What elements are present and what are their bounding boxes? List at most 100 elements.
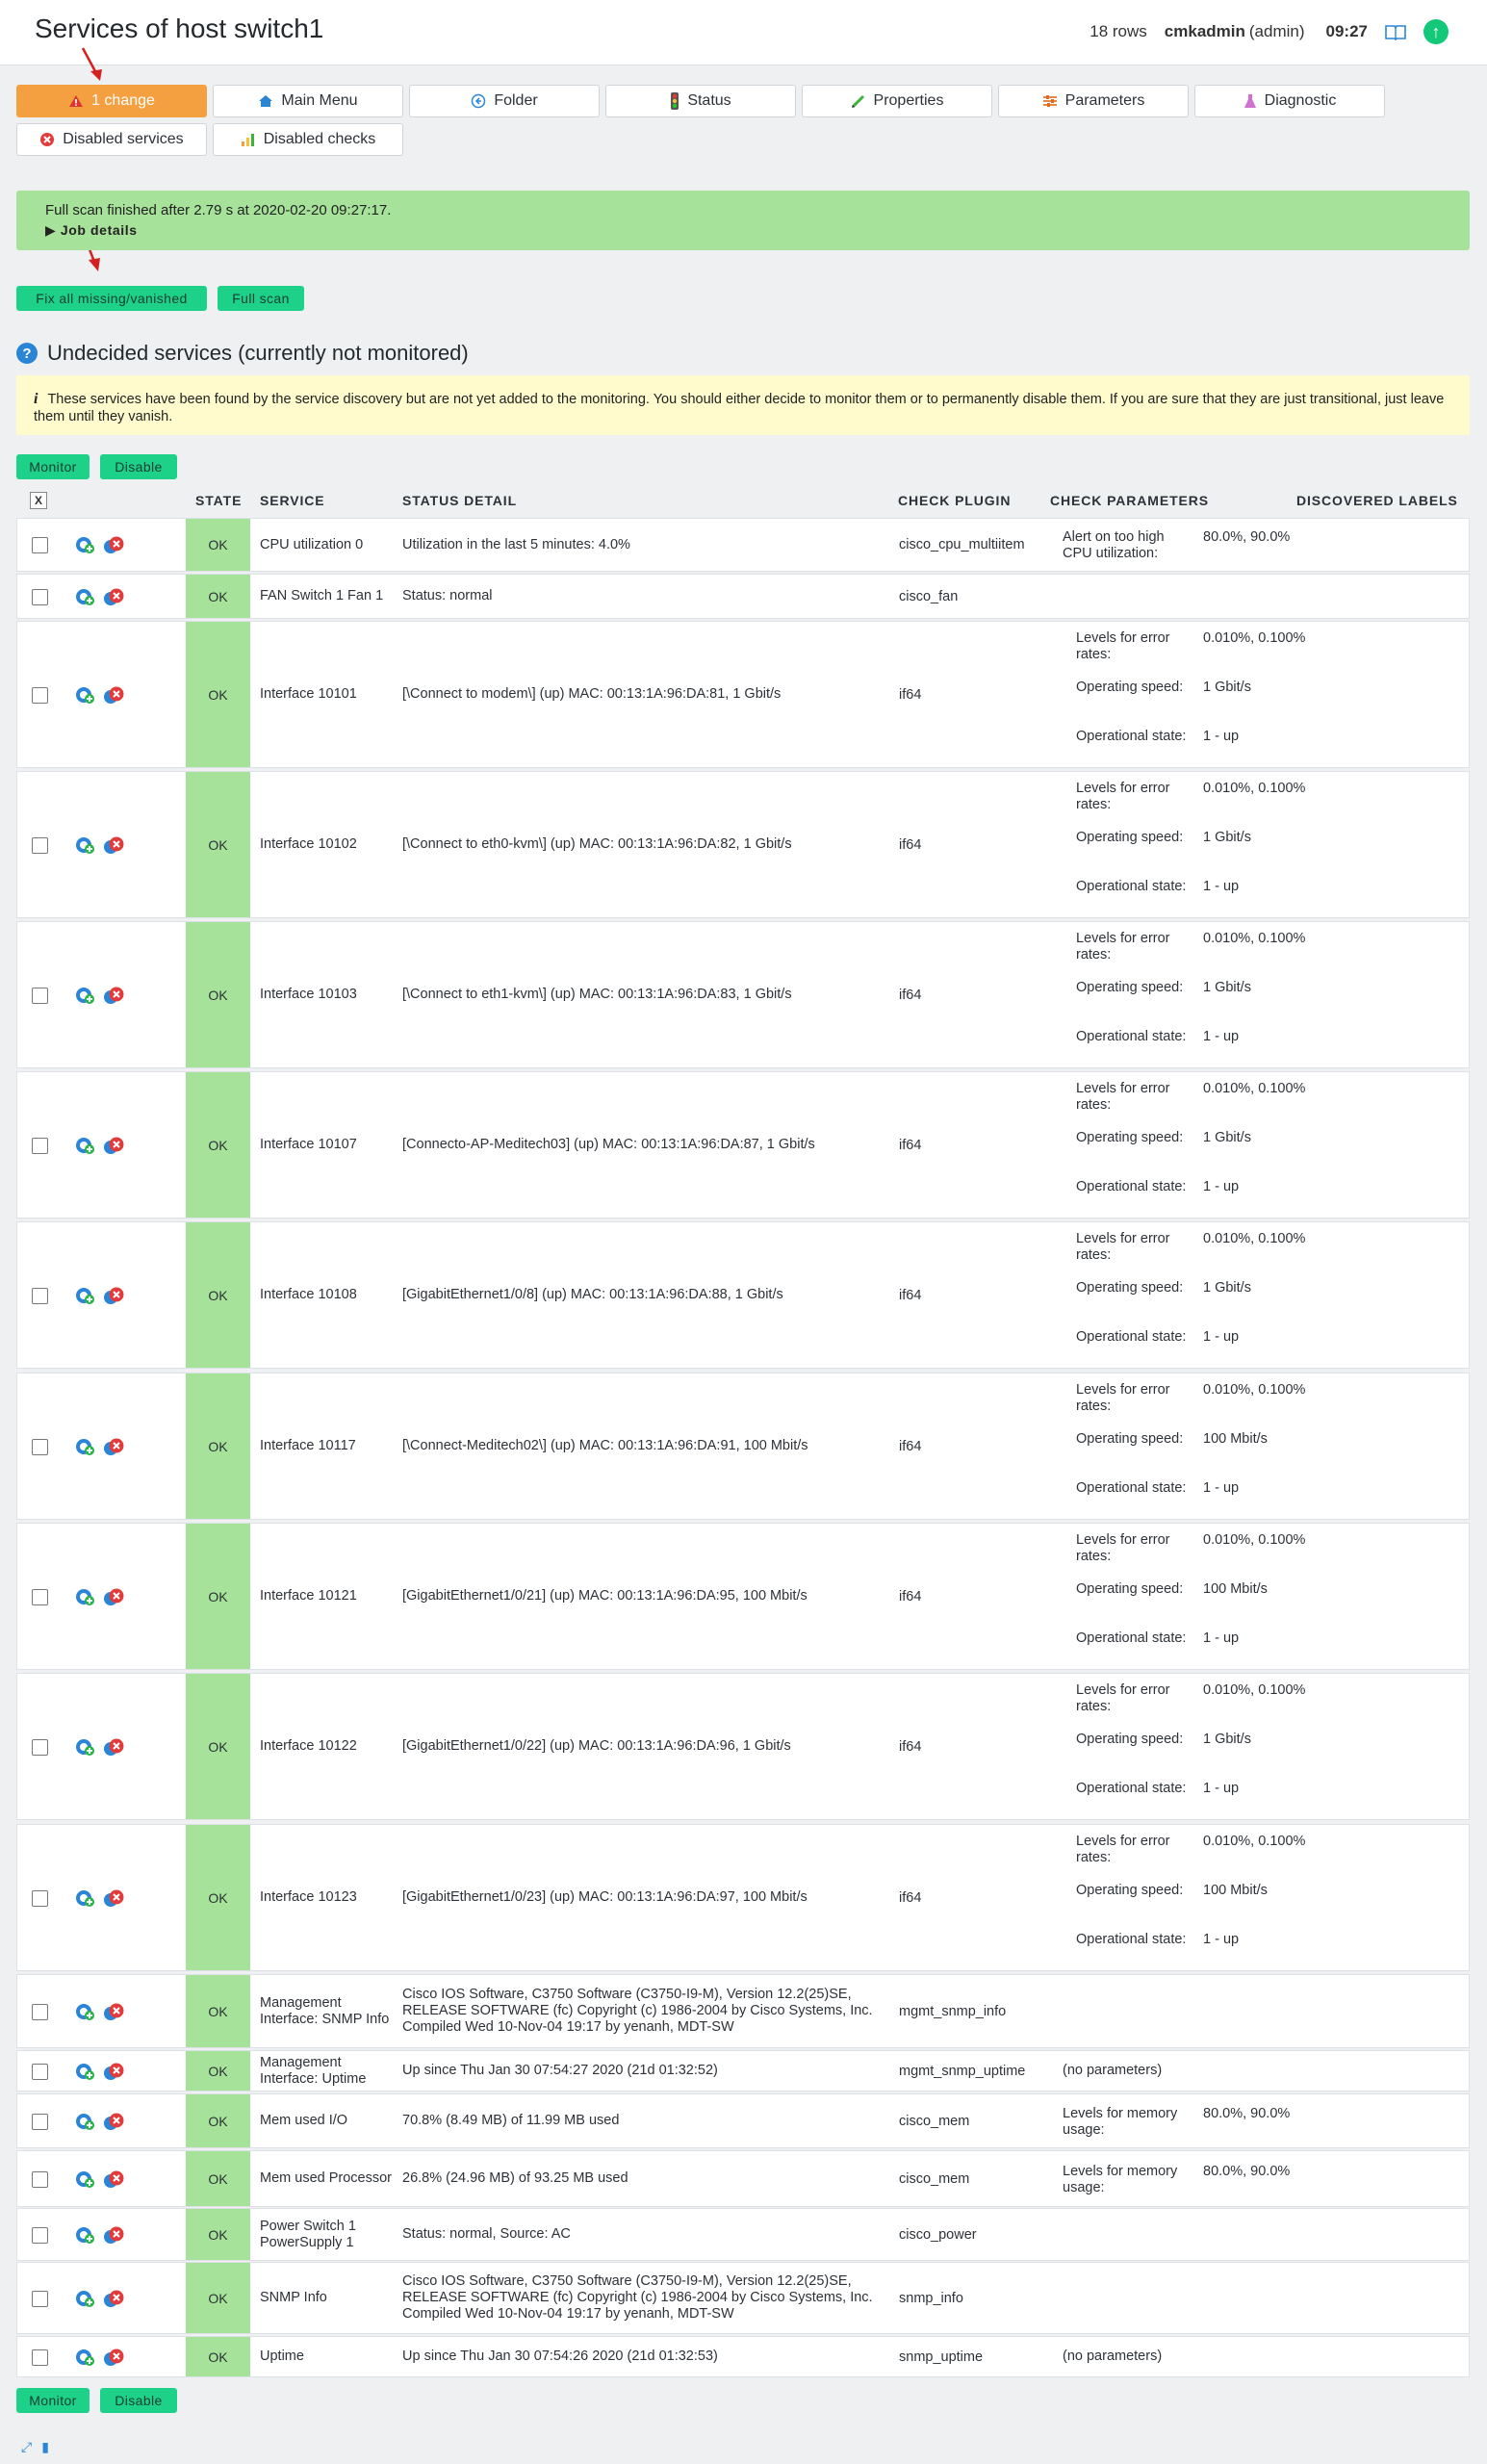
monitor-service-icon[interactable] (73, 1135, 96, 1158)
status-detail: Up since Thu Jan 30 07:54:27 2020 (21d 0… (402, 2063, 718, 2078)
disabled-services-button[interactable]: Disabled services (16, 123, 207, 156)
disable-service-icon[interactable] (102, 1736, 125, 1759)
row-checkbox[interactable] (32, 537, 48, 553)
sidebar-icon[interactable]: ▮ (41, 2439, 49, 2455)
status-button[interactable]: Status (605, 85, 796, 117)
monitor-service-icon[interactable] (73, 684, 96, 707)
row-checkbox[interactable] (32, 2290, 48, 2307)
disable-service-icon[interactable] (102, 534, 125, 557)
disable-service-icon[interactable] (102, 2288, 125, 2311)
monitor-service-icon[interactable] (73, 1887, 96, 1911)
header-discovered-labels[interactable]: DISCOVERED LABELS (1296, 493, 1458, 508)
monitor-service-icon[interactable] (73, 2288, 96, 2311)
disable-service-icon[interactable] (102, 2169, 125, 2192)
diagnostic-button[interactable]: Diagnostic (1194, 85, 1385, 117)
monitor-service-icon[interactable] (73, 2347, 96, 2370)
disable-service-icon[interactable] (102, 2061, 125, 2084)
header-check-parameters[interactable]: CHECK PARAMETERS (1050, 493, 1209, 508)
parameter-value: 1 Gbit/s (1203, 679, 1251, 695)
monitor-service-icon[interactable] (73, 586, 96, 609)
parameters-button[interactable]: Parameters (998, 85, 1189, 117)
full-scan-button[interactable]: Full scan (218, 286, 304, 311)
row-checkbox[interactable] (32, 2063, 48, 2080)
disable-service-icon[interactable] (102, 1436, 125, 1459)
monitor-service-icon[interactable] (73, 2061, 96, 2084)
check-parameters: (no parameters) (1063, 2063, 1163, 2078)
fullscreen-icon[interactable]: ⤢ (21, 2439, 32, 2455)
monitor-service-icon[interactable] (73, 2001, 96, 2024)
row-checkbox[interactable] (32, 2348, 48, 2366)
monitor-service-icon[interactable] (73, 2224, 96, 2247)
disable-service-icon[interactable] (102, 586, 125, 609)
parameter-name: Levels for error rates: (1076, 1381, 1170, 1414)
row-checkbox[interactable] (32, 1438, 48, 1455)
disable-service-icon[interactable] (102, 2001, 125, 2024)
check-plugin: cisco_mem (899, 2113, 970, 2129)
row-checkbox[interactable] (32, 2003, 48, 2020)
monitor-service-icon[interactable] (73, 1736, 96, 1759)
monitor-service-icon[interactable] (73, 1436, 96, 1459)
disable-service-icon[interactable] (102, 1586, 125, 1609)
row-checkbox[interactable] (32, 1287, 48, 1304)
disable-service-icon[interactable] (102, 2111, 125, 2134)
properties-label: Properties (873, 92, 944, 109)
disable-service-icon[interactable] (102, 684, 125, 707)
row-checkbox[interactable] (32, 2170, 48, 2188)
parameter-value: 1 - up (1203, 1479, 1240, 1496)
main-menu-button[interactable]: Main Menu (213, 85, 403, 117)
row-checkbox[interactable] (32, 1137, 48, 1154)
monitor-service-icon[interactable] (73, 1285, 96, 1308)
toggle-all-checkbox[interactable]: X (30, 492, 47, 509)
disable-service-icon[interactable] (102, 1887, 125, 1911)
folder-button[interactable]: Folder (409, 85, 600, 117)
parameter-name: Levels for error rates: (1076, 1080, 1170, 1113)
disable-button[interactable]: Disable (100, 454, 177, 479)
row-checkbox[interactable] (32, 1588, 48, 1605)
help-icon[interactable]: ? (16, 343, 38, 364)
monitor-service-icon[interactable] (73, 1586, 96, 1609)
row-checkbox[interactable] (32, 1889, 48, 1907)
check-plugin: cisco_fan (899, 588, 959, 604)
row-checkbox[interactable] (32, 987, 48, 1004)
job-details-toggle[interactable]: ▶ Job details (45, 222, 1470, 239)
disable-service-icon[interactable] (102, 1135, 125, 1158)
disable-button-bottom[interactable]: Disable (100, 2388, 177, 2413)
book-icon[interactable] (1385, 23, 1406, 40)
monitor-service-icon[interactable] (73, 534, 96, 557)
check-plugin: cisco_mem (899, 2170, 970, 2187)
disable-service-icon[interactable] (102, 2347, 125, 2370)
header-check-plugin[interactable]: CHECK PLUGIN (898, 493, 1011, 508)
header-status-detail[interactable]: STATUS DETAIL (402, 493, 517, 508)
table-row: OK Mem used I/O 70.8% (8.49 MB) of 11.99 M… (16, 2093, 1470, 2148)
parameter-name: Levels for memory usage: (1063, 2163, 1178, 2195)
row-checkbox[interactable] (32, 1738, 48, 1756)
parameter-name: Operational state: (1076, 1479, 1187, 1496)
fix-all-button[interactable]: Fix all missing/vanished (16, 286, 207, 311)
row-checkbox[interactable] (32, 2113, 48, 2130)
parameter-value: 100 Mbit/s (1203, 1430, 1268, 1447)
status-detail: [\Connect-Meditech02\] (up) MAC: 00:13:1… (402, 1438, 808, 1453)
monitor-service-icon[interactable] (73, 2111, 96, 2134)
monitor-service-icon[interactable] (73, 834, 96, 858)
pending-changes-button[interactable]: 1 change (16, 85, 207, 117)
monitor-service-icon[interactable] (73, 985, 96, 1008)
row-checkbox[interactable] (32, 836, 48, 854)
disabled-checks-button[interactable]: Disabled checks (213, 123, 403, 156)
disable-service-icon[interactable] (102, 1285, 125, 1308)
disable-service-icon[interactable] (102, 985, 125, 1008)
row-checkbox[interactable] (32, 2226, 48, 2244)
header-state[interactable]: STATE (195, 493, 242, 508)
monitor-button[interactable]: Monitor (16, 454, 90, 479)
scan-result-text: Full scan finished after 2.79 s at 2020-… (45, 202, 392, 218)
disable-service-icon[interactable] (102, 2224, 125, 2247)
upload-icon[interactable]: ↑ (1423, 19, 1449, 44)
service-name: Management Interface: SNMP Info (260, 1994, 390, 2027)
row-checkbox[interactable] (32, 588, 48, 605)
username[interactable]: cmkadmin (1165, 22, 1245, 41)
header-service[interactable]: SERVICE (260, 493, 325, 508)
disable-service-icon[interactable] (102, 834, 125, 858)
monitor-service-icon[interactable] (73, 2169, 96, 2192)
monitor-button-bottom[interactable]: Monitor (16, 2388, 90, 2413)
row-checkbox[interactable] (32, 686, 48, 704)
properties-button[interactable]: Properties (802, 85, 992, 117)
